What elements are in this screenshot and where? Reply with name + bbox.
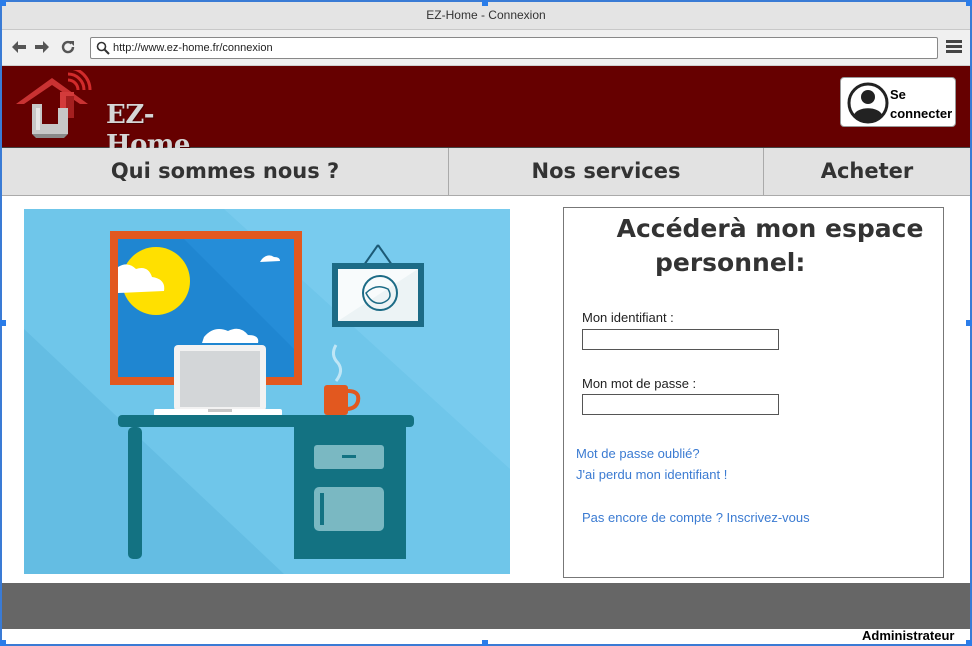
resize-handle[interactable] xyxy=(966,0,972,6)
reload-icon[interactable] xyxy=(59,38,77,56)
title-line-2: personnel: xyxy=(655,248,806,277)
site-header: EZ-Home Se connecter xyxy=(2,66,970,160)
arrow-left-icon[interactable] xyxy=(10,38,28,56)
login-button[interactable]: Se connecter xyxy=(840,77,956,127)
password-label: Mon mot de passe : xyxy=(582,376,697,391)
title-line-1: Accéderà mon espace xyxy=(616,214,924,243)
resize-handle[interactable] xyxy=(0,320,6,326)
resize-handle[interactable] xyxy=(966,640,972,646)
ez-home-logo[interactable]: EZ-Home xyxy=(14,66,204,160)
username-field[interactable] xyxy=(582,329,779,350)
address-bar[interactable] xyxy=(90,37,938,59)
resize-handle[interactable] xyxy=(482,0,488,6)
username-label: Mon identifiant : xyxy=(582,310,674,325)
login-panel: Accéderà mon espace personnel: Mon ident… xyxy=(563,207,944,578)
house-logo-icon xyxy=(16,66,92,138)
window-title: EZ-Home - Connexion xyxy=(2,2,970,30)
login-label: Se connecter xyxy=(890,87,953,121)
password-field[interactable] xyxy=(582,394,779,415)
signup-link[interactable]: Pas encore de compte ? Inscrivez-vous xyxy=(582,510,810,525)
forgot-id-link[interactable]: J'ai perdu mon identifiant ! xyxy=(576,467,727,482)
url-input[interactable] xyxy=(113,39,933,57)
resize-handle[interactable] xyxy=(0,640,6,646)
browser-toolbar xyxy=(2,30,970,66)
arrow-right-icon[interactable] xyxy=(33,38,51,56)
hamburger-icon[interactable] xyxy=(946,40,962,54)
user-avatar-icon xyxy=(847,82,889,124)
footer-bar xyxy=(2,583,970,629)
forgot-password-link[interactable]: Mot de passe oublié? xyxy=(576,446,700,461)
admin-link[interactable]: Administrateur xyxy=(862,628,954,643)
nav-services[interactable]: Nos services xyxy=(449,148,764,196)
desk-illustration xyxy=(24,209,510,574)
main-nav: Qui sommes nous ? Nos services Acheter xyxy=(2,148,970,196)
resize-handle[interactable] xyxy=(482,640,488,646)
search-icon xyxy=(96,41,110,55)
resize-handle[interactable] xyxy=(0,0,6,6)
nav-buy[interactable]: Acheter xyxy=(764,148,970,196)
resize-handle[interactable] xyxy=(966,320,972,326)
login-panel-title: Accéderà mon espace personnel: xyxy=(600,212,940,280)
browser-window: EZ-Home - Connexion http://www.ez-home.f… xyxy=(0,0,972,646)
nav-about[interactable]: Qui sommes nous ? xyxy=(2,148,449,196)
